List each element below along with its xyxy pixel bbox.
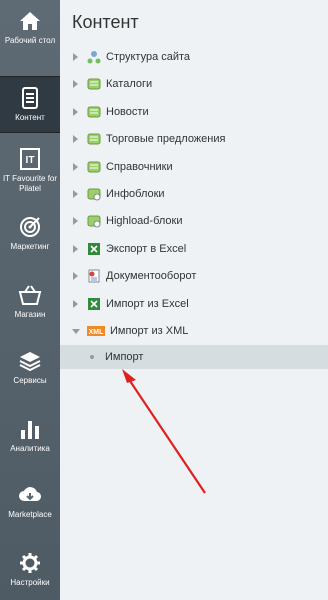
- tree-item-label: Торговые предложения: [106, 133, 226, 146]
- reference-icon: [87, 161, 101, 173]
- gear-icon: [20, 553, 40, 573]
- catalog-icon: [87, 78, 101, 90]
- content-panel: Контент Структура сайта Каталоги Новости…: [60, 0, 328, 600]
- left-sidebar: Рабочий стол Контент IT IT Favourite for…: [0, 0, 60, 600]
- tree-item-label: Импорт из Excel: [106, 297, 189, 310]
- expand-arrow-icon[interactable]: [73, 299, 78, 308]
- sidebar-item-label: Marketplace: [8, 510, 52, 519]
- excel-icon: [88, 242, 100, 255]
- sidebar-item-label: IT Favourite for Pilatel: [2, 174, 58, 193]
- highload-icon: [87, 215, 101, 228]
- svg-text:XML: XML: [89, 329, 105, 336]
- cloud-download-icon: [19, 487, 42, 502]
- tree-item-label: Документооборот: [106, 270, 197, 283]
- tree-subitem-import[interactable]: Импорт: [60, 345, 328, 370]
- sidebar-item-settings[interactable]: Настройки: [0, 552, 60, 588]
- sidebar-item-shop[interactable]: Магазин: [0, 284, 60, 320]
- tree-item-import-xml[interactable]: XML Импорт из XML: [60, 318, 328, 345]
- tree-item-catalogs[interactable]: Каталоги: [60, 71, 328, 98]
- document-flow-icon: [88, 269, 100, 283]
- tree-item-label: Инфоблоки: [106, 187, 165, 200]
- sidebar-item-analytics[interactable]: Аналитика: [0, 418, 60, 454]
- expand-arrow-icon[interactable]: [73, 272, 78, 281]
- expand-arrow-icon[interactable]: [73, 244, 78, 253]
- tree-item-label: Импорт из XML: [110, 324, 189, 337]
- tree-item-reference[interactable]: Справочники: [60, 154, 328, 181]
- expand-arrow-icon[interactable]: [73, 107, 78, 116]
- tree-item-import-excel[interactable]: Импорт из Excel: [60, 291, 328, 318]
- document-icon: [22, 87, 38, 109]
- tree-item-label: Новости: [106, 105, 149, 118]
- svg-text:IT: IT: [26, 155, 35, 166]
- sidebar-item-desktop[interactable]: Рабочий стол: [0, 10, 60, 46]
- bullet-icon: [90, 355, 94, 360]
- sidebar-item-it-favourite[interactable]: IT IT Favourite for Pilatel: [0, 148, 60, 194]
- tree-item-label: Экспорт в Excel: [106, 242, 187, 255]
- sidebar-item-label: Аналитика: [10, 444, 50, 453]
- sidebar-item-label: Маркетинг: [10, 242, 50, 251]
- target-icon: [20, 217, 40, 237]
- sidebar-item-marketing[interactable]: Маркетинг: [0, 216, 60, 252]
- sidebar-item-label: Настройки: [10, 578, 50, 587]
- tree-item-export-excel[interactable]: Экспорт в Excel: [60, 236, 328, 263]
- tree-item-offers[interactable]: Торговые предложения: [60, 126, 328, 153]
- expand-arrow-icon[interactable]: [73, 80, 78, 89]
- expand-arrow-icon[interactable]: [73, 135, 78, 144]
- home-icon: [20, 12, 40, 30]
- tree-item-document-flow[interactable]: Документооборот: [60, 263, 328, 290]
- offers-icon: [87, 133, 101, 145]
- tree-item-label: Highload-блоки: [106, 215, 183, 228]
- tree-item-site-structure[interactable]: Структура сайта: [60, 44, 328, 71]
- tree-item-label: Каталоги: [106, 78, 153, 91]
- expand-arrow-icon[interactable]: [73, 189, 78, 198]
- xml-icon: XML: [87, 325, 105, 336]
- sidebar-item-label: Контент: [15, 113, 45, 122]
- tree-item-news[interactable]: Новости: [60, 99, 328, 126]
- sidebar-item-services[interactable]: Сервисы: [0, 350, 60, 386]
- layers-icon: [19, 352, 41, 372]
- site-structure-icon: [87, 51, 101, 64]
- expand-arrow-icon[interactable]: [73, 53, 78, 61]
- sidebar-item-label: Сервисы: [13, 376, 47, 385]
- tree-item-label: Структура сайта: [106, 51, 191, 63]
- tree-subitem-label: Импорт: [105, 351, 144, 364]
- content-tree: Структура сайта Каталоги Новости Торговы…: [60, 44, 328, 370]
- collapse-arrow-icon[interactable]: [72, 328, 80, 334]
- sidebar-item-label: Рабочий стол: [4, 36, 56, 45]
- tree-item-label: Справочники: [106, 160, 173, 173]
- excel-icon: [88, 297, 100, 310]
- expand-arrow-icon[interactable]: [73, 162, 78, 171]
- news-icon: [87, 106, 101, 118]
- page-title: Контент: [72, 12, 139, 32]
- sidebar-item-marketplace[interactable]: Marketplace: [0, 484, 60, 520]
- sidebar-item-label: Магазин: [14, 310, 46, 319]
- basket-icon: [18, 285, 42, 305]
- sidebar-item-content[interactable]: Контент: [0, 76, 60, 133]
- tree-item-highload[interactable]: Highload-блоки: [60, 208, 328, 235]
- it-logo-icon: IT: [20, 148, 40, 170]
- bar-chart-icon: [21, 421, 39, 439]
- expand-arrow-icon[interactable]: [73, 217, 78, 226]
- infoblock-icon: [87, 188, 101, 201]
- tree-item-infoblocks[interactable]: Инфоблоки: [60, 181, 328, 208]
